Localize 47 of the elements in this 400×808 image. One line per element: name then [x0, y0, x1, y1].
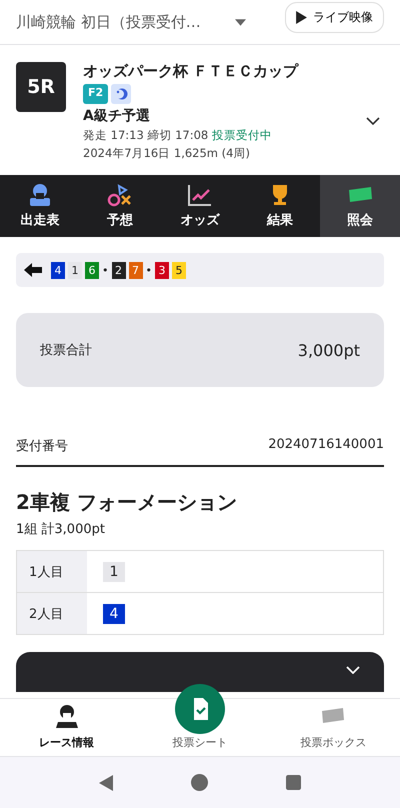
dropdown-caret-icon[interactable]	[234, 18, 246, 26]
bike-number: 5	[172, 262, 186, 278]
live-video-button[interactable]: ライブ映像	[285, 2, 384, 32]
venue-title[interactable]: 川崎競輪 初日（投票受付…	[16, 12, 201, 32]
bet-type-title: 2車複 フォーメーション	[16, 489, 238, 516]
bike-number: 7	[128, 262, 142, 278]
bottom-nav-item[interactable]: 投票シート	[133, 699, 267, 756]
chevron-down-icon[interactable]	[366, 117, 380, 125]
line-separator: •	[146, 264, 152, 276]
nav-tab[interactable]: 照会	[320, 175, 400, 237]
chart-icon	[186, 183, 214, 207]
bike-number: 1	[68, 262, 82, 278]
betting-status: 投票受付中	[212, 128, 272, 142]
race-name: オッズパーク杯 ＦＴＥＣカップ	[83, 62, 298, 81]
bike-number: 6	[85, 262, 99, 278]
arrow-left-icon	[24, 263, 42, 277]
bet-summary: 1組 計3,000pt	[16, 521, 106, 538]
position-label: 2人目	[17, 593, 87, 634]
play-icon	[296, 10, 307, 24]
nav-tab[interactable]: オッズ	[160, 175, 240, 237]
back-icon[interactable]	[99, 774, 113, 790]
bike-number: 4	[103, 604, 125, 624]
bottom-nav-item[interactable]: レース情報	[0, 699, 134, 756]
bottom-nav-item[interactable]: 投票ボックス	[266, 699, 400, 756]
nav-tab[interactable]: 結果	[240, 175, 320, 237]
race-class: A級チ予選	[83, 107, 151, 125]
position-label: 1人目	[17, 551, 87, 592]
chevron-down-icon	[346, 666, 360, 674]
race-details: 2024年7月16日 1,625m (4周)	[83, 146, 251, 161]
nav-tab[interactable]: 予想	[80, 175, 160, 237]
nav-tab[interactable]: 出走表	[0, 175, 80, 237]
bike-number: 2	[112, 262, 126, 278]
race-schedule: 発走 17:13 締切 17:08	[83, 128, 208, 142]
bike-number: 4	[51, 262, 65, 278]
bike-number: 1	[103, 562, 125, 582]
total-value: 3,000pt	[298, 340, 360, 360]
receipt-number: 20240716140001	[268, 437, 384, 454]
home-icon[interactable]	[191, 774, 208, 791]
shapes-icon	[106, 183, 134, 207]
rider-icon	[54, 704, 80, 728]
total-label: 投票合計	[40, 342, 92, 359]
grade-badge: F2	[83, 84, 108, 104]
receipt-label: 受付番号	[16, 438, 68, 455]
bike-number: 3	[155, 262, 169, 278]
collapse-bar[interactable]	[16, 652, 384, 692]
race-number-badge: 5R	[16, 62, 66, 112]
line-separator: •	[102, 264, 108, 276]
